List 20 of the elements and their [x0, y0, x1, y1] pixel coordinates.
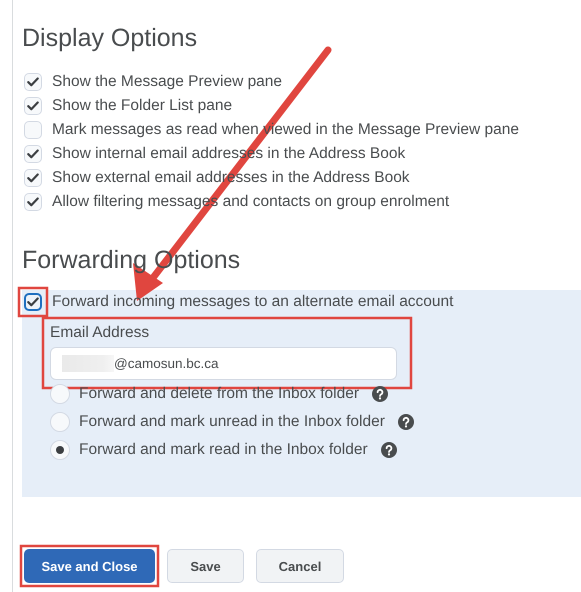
help-icon[interactable] — [372, 386, 388, 402]
radio-label: Forward and mark unread in the Inbox folder — [79, 413, 385, 431]
cancel-button[interactable]: Cancel — [256, 549, 344, 583]
email-field[interactable]: @camosun.bc.ca — [50, 347, 397, 380]
checkbox-label: Show the Folder List pane — [52, 97, 232, 115]
help-icon[interactable] — [398, 414, 414, 430]
checkbox-label: Forward incoming messages to an alternate email account — [52, 293, 454, 311]
checkbox-label: Show the Message Preview pane — [52, 73, 282, 91]
save-button[interactable]: Save — [167, 549, 244, 583]
radio-label: Forward and delete from the Inbox folder — [79, 385, 360, 403]
field-label: Email Address — [50, 324, 150, 342]
save-and-close-button[interactable]: Save and Close — [24, 549, 155, 583]
checkbox[interactable] — [24, 293, 42, 311]
field-value: @camosun.bc.ca — [114, 356, 218, 371]
radio-button[interactable] — [50, 384, 70, 404]
radio-button[interactable] — [50, 440, 70, 460]
help-icon[interactable] — [380, 442, 397, 458]
radio-button[interactable] — [50, 412, 70, 432]
radio-label: Forward and mark read in the Inbox folder — [79, 441, 368, 459]
section-heading: Display Options — [22, 23, 198, 54]
